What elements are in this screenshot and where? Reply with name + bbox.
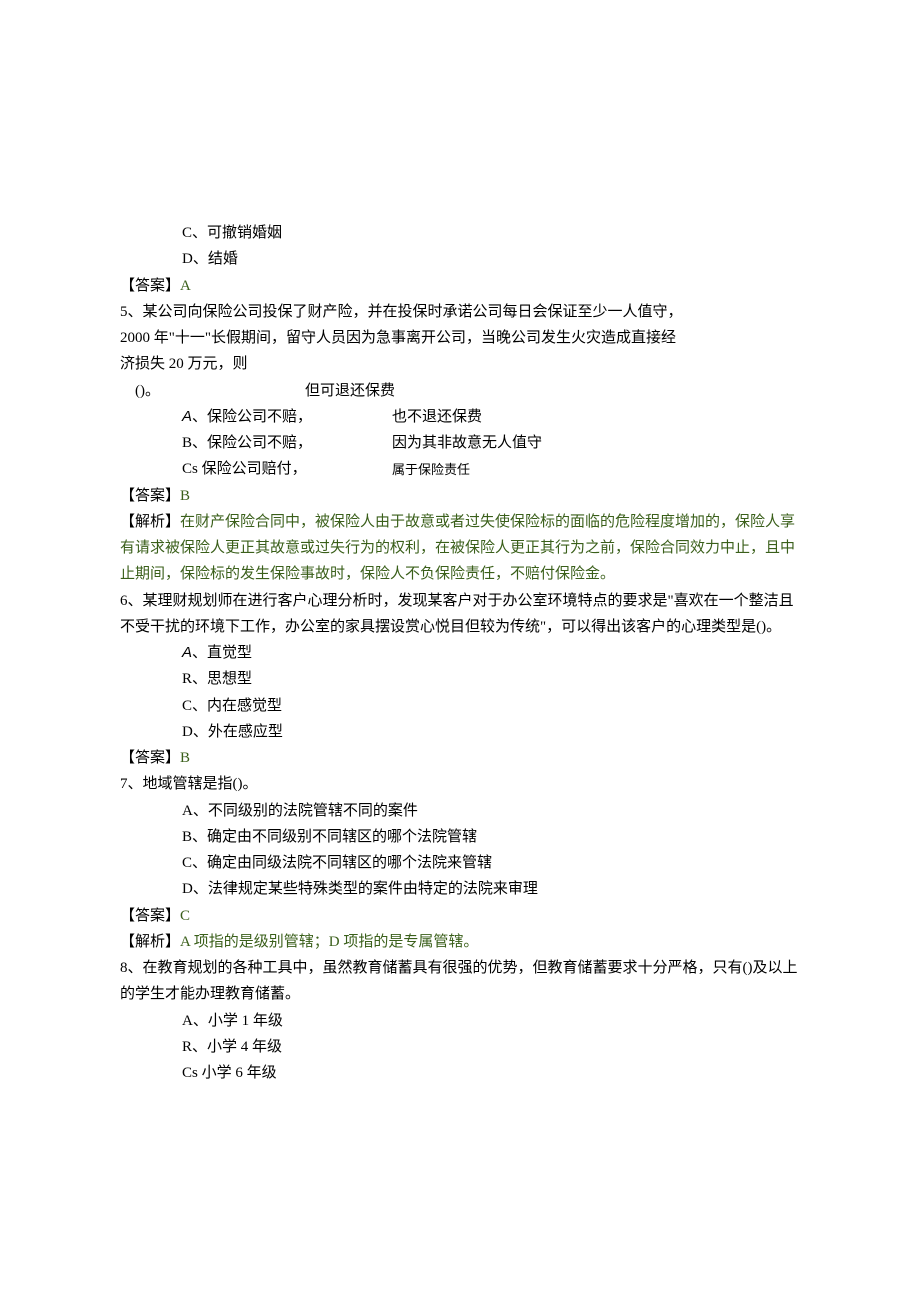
answer-letter: C <box>180 908 190 924</box>
q4-answer: 【答案】A <box>120 273 800 299</box>
q7-option-a: A、不同级别的法院管辖不同的案件 <box>120 798 800 824</box>
q6-answer: 【答案】B <box>120 745 800 771</box>
q7-option-d: D、法律规定某些特殊类型的案件由特定的法院来审理 <box>120 876 800 902</box>
q5-opt-c-text: Cs 保险公司赔付， <box>182 461 307 477</box>
q5-stem-line1: 5、某公司向保险公司投保了财产险，并在投保时承诺公司每日会保证至少一人值守， <box>120 299 800 325</box>
q8-option-b: R、小学 4 年级 <box>120 1034 800 1060</box>
q4-option-d: D、结婚 <box>120 246 800 272</box>
analysis-text: 在财产保险合同中，被保险人由于故意或者过失使保险标的面临的危险程度增加的，保险人… <box>120 514 795 583</box>
q6-opt-a-text: 、直觉型 <box>192 645 252 661</box>
document-page: C、可撤销婚姻 D、结婚 【答案】A 5、某公司向保险公司投保了财产险，并在投保… <box>0 0 920 1186</box>
q7-analysis: 【解析】A 项指的是级别管辖；D 项指的是专属管辖。 <box>120 929 800 955</box>
answer-label: 【答案】 <box>120 278 180 294</box>
q7-option-b: B、确定由不同级别不同辖区的哪个法院管辖 <box>120 824 800 850</box>
q6-option-b: R、思想型 <box>120 666 800 692</box>
q5-opt-a-text: 、保险公司不赔， <box>192 409 312 425</box>
q6-option-a: A、直觉型 <box>120 640 800 666</box>
q8-option-c: Cs 小学 6 年级 <box>120 1060 800 1086</box>
q7-stem: 7、地域管辖是指()。 <box>120 771 800 797</box>
q7-answer: 【答案】C <box>120 903 800 929</box>
q4-option-c: C、可撤销婚姻 <box>120 220 800 246</box>
q5-opt-c-right: 属于保险责任 <box>392 462 470 477</box>
answer-label: 【答案】 <box>120 488 180 504</box>
q6-opt-a-prefix: A <box>182 644 192 661</box>
answer-letter: A <box>180 278 191 294</box>
answer-letter: B <box>180 750 190 766</box>
answer-letter: B <box>180 488 190 504</box>
answer-label: 【答案】 <box>120 908 180 924</box>
q8-option-a: A、小学 1 年级 <box>120 1008 800 1034</box>
q5-opt-b-right: 因为其非故意无人值守 <box>392 435 542 451</box>
q5-option-a: A、保险公司不赔， 也不退还保费 <box>120 404 800 430</box>
q5-option-b: B、保险公司不赔， 因为其非故意无人值守 <box>120 430 800 456</box>
q5-answer: 【答案】B <box>120 483 800 509</box>
answer-label: 【答案】 <box>120 750 180 766</box>
q5-stem-line3: 济损失 20 万元，则 <box>120 351 800 377</box>
q5-stem-paren: ()。 <box>135 383 160 399</box>
q6-stem: 6、某理财规划师在进行客户心理分析时，发现某客户对于办公室环境特点的要求是"喜欢… <box>120 588 800 641</box>
q5-stem-line4: ()。 但可退还保费 <box>120 378 800 404</box>
q5-stem-line2: 2000 年"十一"长假期间，留守人员因为急事离开公司，当晚公司发生火灾造成直接… <box>120 325 800 351</box>
analysis-label: 【解析】 <box>120 934 180 950</box>
q7-option-c: C、确定由同级法院不同辖区的哪个法院来管辖 <box>120 850 800 876</box>
q5-opt-a-right: 也不退还保费 <box>392 409 482 425</box>
q6-option-c: C、内在感觉型 <box>120 693 800 719</box>
q5-option-c: Cs 保险公司赔付， 属于保险责任 <box>120 456 800 482</box>
q5-stem-tail: 但可退还保费 <box>305 383 395 399</box>
analysis-label: 【解析】 <box>120 514 180 530</box>
q5-opt-b-text: B、保险公司不赔， <box>182 435 312 451</box>
q5-analysis: 【解析】在财产保险合同中，被保险人由于故意或者过失使保险标的面临的危险程度增加的… <box>120 509 800 588</box>
analysis-text: A 项指的是级别管辖；D 项指的是专属管辖。 <box>180 934 478 950</box>
q5-opt-a-prefix: A <box>182 408 192 425</box>
q6-option-d: D、外在感应型 <box>120 719 800 745</box>
q8-stem: 8、在教育规划的各种工具中，虽然教育储蓄具有很强的优势，但教育储蓄要求十分严格，… <box>120 955 800 1008</box>
